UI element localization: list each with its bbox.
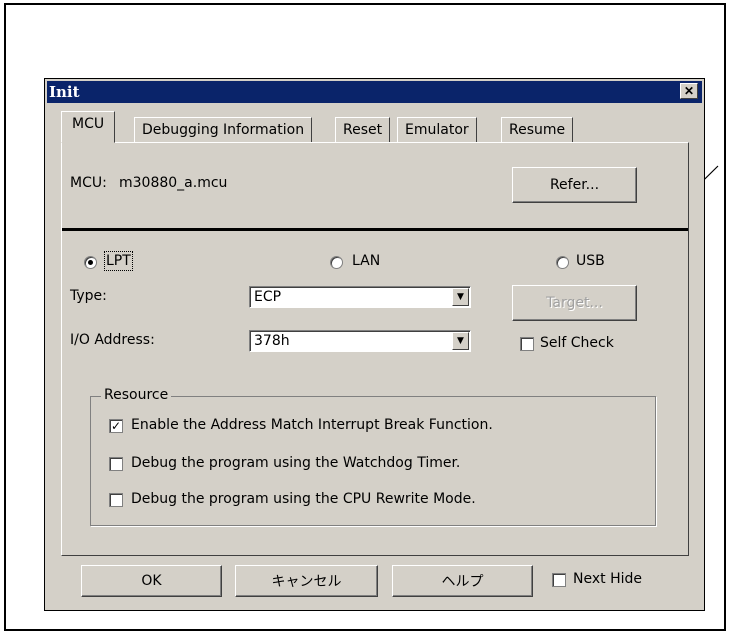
resource-label-cpu-rewrite: Debug the program using the CPU Rewrite … — [131, 491, 476, 507]
next-hide-label: Next Hide — [573, 571, 642, 587]
titlebar: Init ✕ — [47, 81, 702, 103]
divider — [62, 228, 688, 231]
chevron-down-icon: ▼ — [457, 336, 464, 346]
radio-lpt-label: LPT — [104, 251, 133, 271]
tab-label: Reset — [343, 122, 383, 138]
tab-reset[interactable]: Reset — [335, 117, 391, 142]
refer-button-label: Refer... — [549, 177, 600, 193]
close-button[interactable]: ✕ — [680, 83, 698, 99]
type-value: ECP — [254, 289, 282, 305]
refer-button[interactable]: Refer... — [512, 167, 637, 203]
tab-label: Emulator — [405, 122, 469, 138]
help-button[interactable]: ヘルプ — [392, 565, 533, 597]
self-check-checkbox[interactable] — [520, 337, 534, 351]
ok-button[interactable]: OK — [81, 565, 222, 597]
io-address-value: 378h — [254, 333, 290, 349]
help-button-label: ヘルプ — [441, 574, 484, 590]
cancel-button[interactable]: キャンセル — [235, 565, 378, 597]
radio-lan[interactable] — [330, 256, 343, 269]
target-button[interactable]: Target... — [512, 285, 637, 321]
tab-resume[interactable]: Resume — [501, 117, 574, 142]
ok-button-label: OK — [141, 573, 162, 589]
radio-usb-label: USB — [576, 253, 605, 269]
cancel-button-label: キャンセル — [271, 574, 342, 590]
io-address-label: I/O Address: — [70, 332, 155, 348]
tab-debugging-information[interactable]: Debugging Information — [134, 117, 313, 142]
tab-label: MCU — [72, 116, 105, 132]
radio-usb[interactable] — [556, 256, 569, 269]
resource-checkbox-cpu-rewrite[interactable] — [109, 493, 123, 507]
resource-group-title: Resource — [101, 387, 172, 403]
tab-emulator[interactable]: Emulator — [397, 117, 477, 142]
chevron-down-icon: ▼ — [457, 292, 464, 302]
radio-lan-label: LAN — [352, 253, 381, 269]
dropdown-arrow-icon[interactable]: ▼ — [452, 288, 469, 306]
close-icon: ✕ — [683, 84, 695, 98]
tab-label: Debugging Information — [142, 122, 305, 138]
next-hide-checkbox[interactable] — [552, 573, 566, 587]
radio-lpt[interactable] — [84, 256, 97, 269]
mcu-file-value: m30880_a.mcu — [119, 175, 228, 191]
tab-mcu[interactable]: MCU — [61, 111, 116, 143]
self-check-label: Self Check — [540, 335, 614, 351]
target-button-label: Target... — [546, 295, 603, 311]
radio-dot — [88, 260, 93, 265]
init-dialog: Init ✕ MCU Debugging Information Reset E… — [44, 78, 705, 611]
mcu-label: MCU: — [70, 175, 107, 191]
type-select[interactable]: ECP ▼ — [249, 286, 471, 308]
resource-label-address-match: Enable the Address Match Interrupt Break… — [131, 417, 493, 433]
type-label: Type: — [70, 288, 107, 304]
resource-label-watchdog: Debug the program using the Watchdog Tim… — [131, 455, 461, 471]
resource-group: Resource ✓ Enable the Address Match Inte… — [90, 387, 656, 526]
tab-label: Resume — [509, 122, 566, 138]
window-title: Init — [49, 83, 80, 101]
io-address-select[interactable]: 378h ▼ — [249, 330, 471, 352]
dropdown-arrow-icon[interactable]: ▼ — [452, 332, 469, 350]
resource-checkbox-address-match[interactable]: ✓ — [109, 419, 123, 433]
mcu-panel: MCU: m30880_a.mcu Refer... LPT LAN USB T… — [61, 142, 689, 556]
resource-checkbox-watchdog[interactable] — [109, 457, 123, 471]
checkmark-icon: ✓ — [110, 419, 122, 433]
